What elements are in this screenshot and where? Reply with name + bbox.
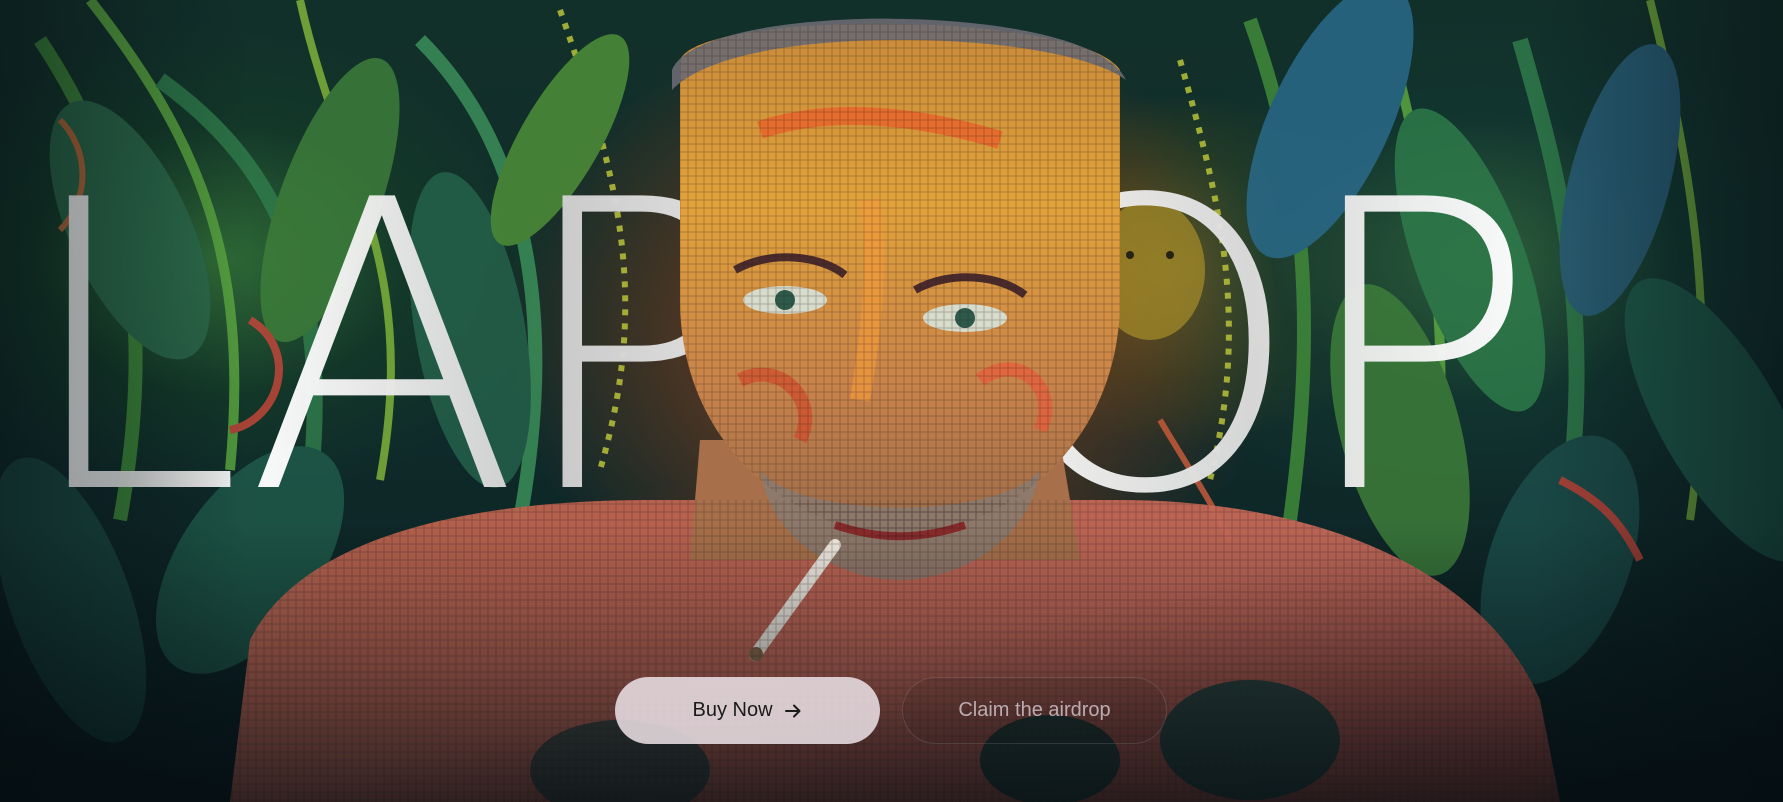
hero-title: LAPTOP	[20, 150, 1780, 550]
claim-airdrop-button[interactable]: Claim the airdrop	[902, 677, 1167, 744]
buy-now-button[interactable]: Buy Now	[615, 677, 880, 744]
claim-airdrop-label: Claim the airdrop	[958, 699, 1111, 721]
arrow-right-icon	[784, 704, 801, 717]
hero-section: LAPTOP Buy Now Claim the airdrop	[0, 0, 1783, 802]
cta-buttons: Buy Now Claim the airdrop	[615, 677, 1167, 744]
buy-now-label: Buy Now	[692, 699, 773, 721]
